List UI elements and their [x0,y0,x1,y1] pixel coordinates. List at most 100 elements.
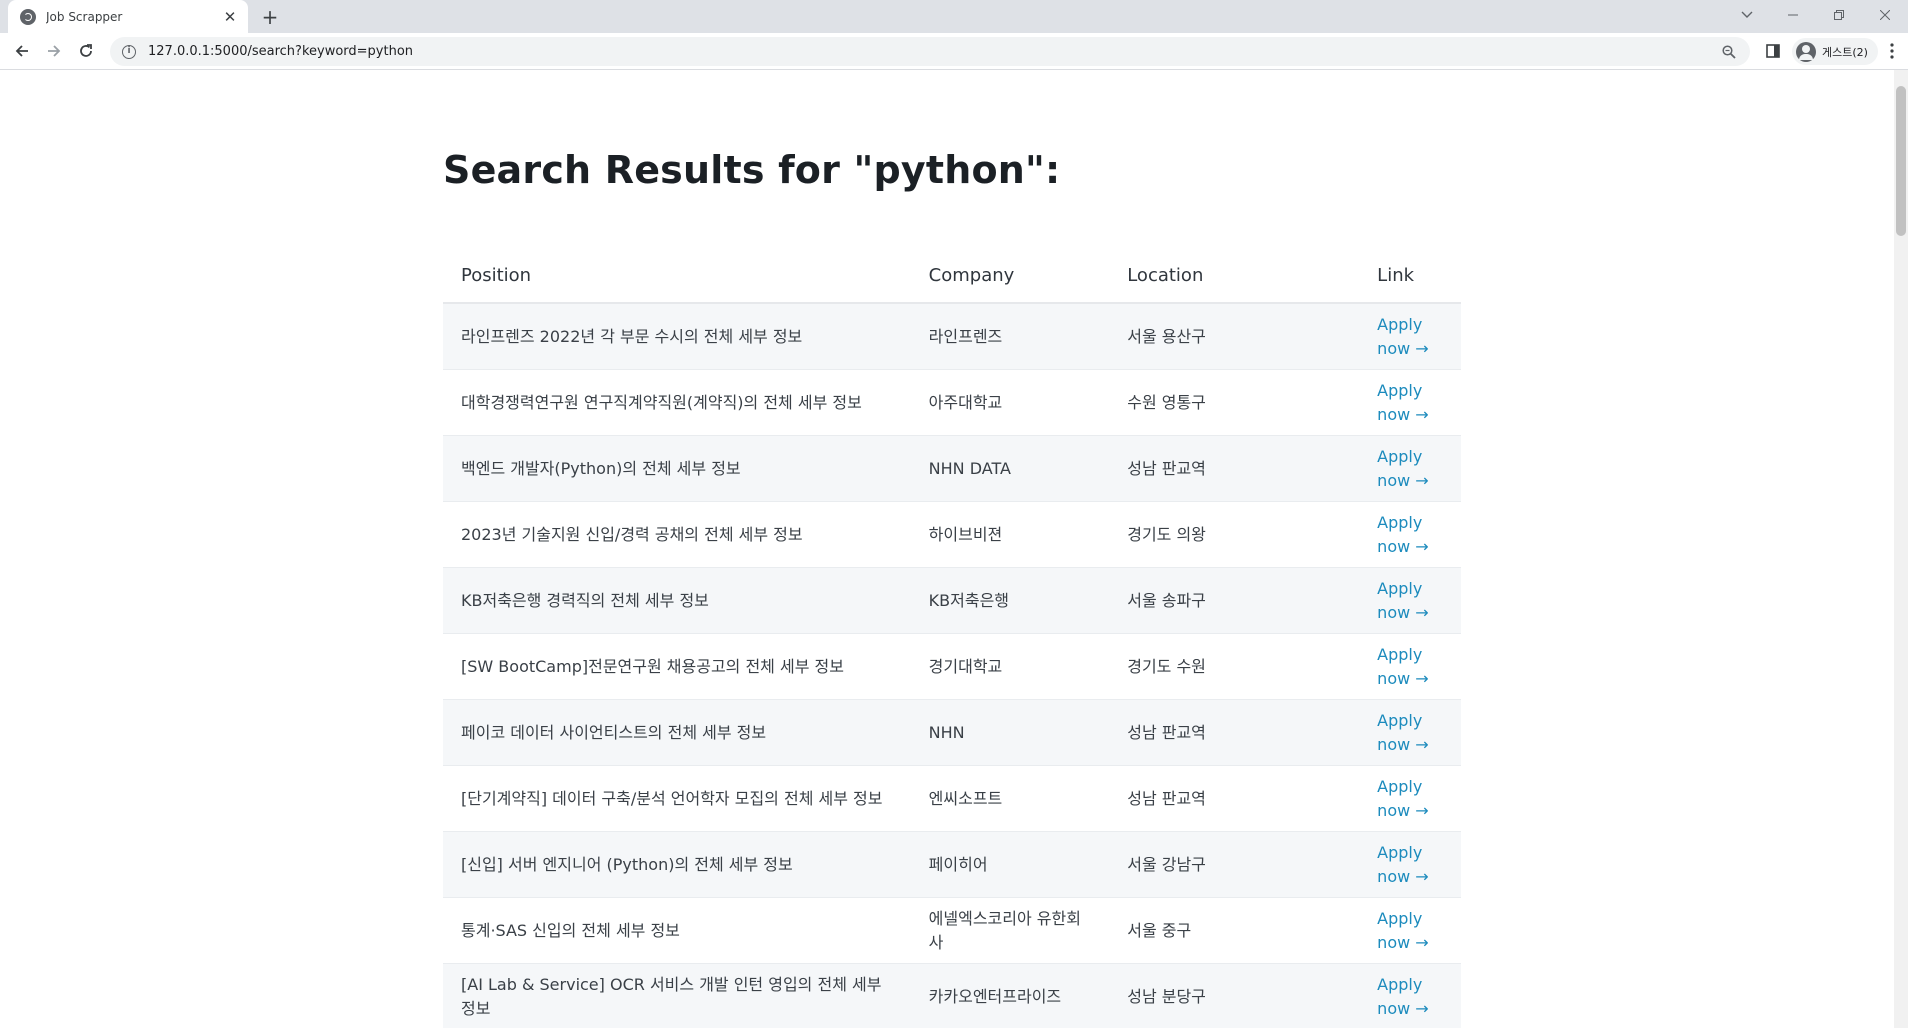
location-cell: 서울 용산구 [1109,303,1360,370]
browser-menu-button[interactable] [1884,42,1900,60]
reload-icon [80,44,92,57]
header-company: Company [910,248,1110,304]
profile-button[interactable]: 게스트(2) [1792,38,1878,65]
header-position: Position [443,248,911,304]
page-title: Search Results for "python": [443,148,1061,192]
avatar-icon [1796,41,1816,62]
table-row: [AI Lab & Service] OCR 서비스 개발 인턴 영입의 전체 … [443,963,1461,1028]
table-row: 라인프렌즈 2022년 각 부문 수시의 전체 세부 정보 라인프렌즈 서울 용산구… [443,303,1461,370]
zoom-icon [1722,44,1736,59]
scrollbar-thumb[interactable] [1896,86,1906,236]
info-icon[interactable]: i [122,44,136,59]
close-window-button[interactable] [1862,0,1908,30]
apply-now-link[interactable]: Apply now → [1377,379,1437,425]
header-link: Link [1359,248,1461,304]
apply-now-link[interactable]: Apply now → [1377,577,1437,623]
link-cell: Apply now → [1359,897,1461,964]
table-row: [단기계약직] 데이터 구축/분석 언어학자 모집의 전체 세부 정보 엔씨소프트… [443,765,1461,832]
location-cell: 성남 판교역 [1109,435,1360,502]
company-cell: NHN DATA [910,435,1110,502]
link-cell: Apply now → [1359,303,1461,370]
location-cell: 서울 중구 [1109,897,1360,964]
company-cell: 아주대학교 [910,369,1110,436]
apply-now-link[interactable]: Apply now → [1377,973,1437,1019]
apply-now-link[interactable]: Apply now → [1377,445,1437,491]
position-cell: 페이코 데이터 사이언티스트의 전체 세부 정보 [443,699,911,766]
position-cell: 백엔드 개발자(Python)의 전체 세부 정보 [443,435,911,502]
header-location: Location [1109,248,1360,304]
results-body: 라인프렌즈 2022년 각 부문 수시의 전체 세부 정보 라인프렌즈 서울 용산구… [443,303,1461,1028]
new-tab-button[interactable]: + [258,6,282,28]
position-cell: [단기계약직] 데이터 구축/분석 언어학자 모집의 전체 세부 정보 [443,765,911,832]
apply-now-link[interactable]: Apply now → [1377,907,1437,953]
apply-now-link[interactable]: Apply now → [1377,643,1437,689]
table-row: 통계·SAS 신입의 전체 세부 정보 에넬엑스코리아 유한회사 서울 중구 Appl… [443,897,1461,964]
link-cell: Apply now → [1359,831,1461,898]
back-button[interactable] [10,39,34,63]
minimize-button[interactable] [1770,0,1816,30]
tab-strip: Job Scrapper ✕ + [0,0,1908,33]
restore-icon [1834,10,1844,20]
arrow-right-icon [48,45,61,57]
tab-title: Job Scrapper [46,9,123,24]
url-text[interactable]: 127.0.0.1:5000/search?keyword=python [148,44,1720,59]
tab-close-button[interactable]: ✕ [222,9,238,25]
position-cell: [SW BootCamp]전문연구원 채용공고의 전체 세부 정보 [443,633,911,700]
table-row: 2023년 기술지원 신입/경력 공채의 전체 세부 정보 하이브비젼 경기도 의왕… [443,501,1461,568]
apply-now-link[interactable]: Apply now → [1377,313,1437,359]
link-cell: Apply now → [1359,369,1461,436]
company-cell: 페이히어 [910,831,1110,898]
window-controls [1724,0,1908,30]
apply-now-link[interactable]: Apply now → [1377,841,1437,887]
minimize-icon [1788,14,1798,16]
company-cell: 카카오엔터프라이즈 [910,963,1110,1028]
forward-button[interactable] [42,39,66,63]
scrollbar[interactable] [1894,70,1908,1028]
address-bar[interactable]: i 127.0.0.1:5000/search?keyword=python [110,37,1750,66]
location-cell: 성남 분당구 [1109,963,1360,1028]
zoom-button[interactable] [1720,43,1738,61]
table-row: [SW BootCamp]전문연구원 채용공고의 전체 세부 정보 경기대학교 경기… [443,633,1461,700]
location-cell: 서울 송파구 [1109,567,1360,634]
reload-button[interactable] [74,39,98,63]
side-panel-icon [1766,44,1780,58]
tab-search-button[interactable] [1724,0,1770,30]
link-cell: Apply now → [1359,567,1461,634]
results-table: Position Company Location Link 라인프렌즈 202… [443,248,1461,1028]
table-row: KB저축은행 경력직의 전체 세부 정보 KB저축은행 서울 송파구 Apply no… [443,567,1461,634]
table-header-row: Position Company Location Link [443,248,1461,304]
company-cell: NHN [910,699,1110,766]
position-cell: 라인프렌즈 2022년 각 부문 수시의 전체 세부 정보 [443,303,911,370]
more-vertical-icon [1890,43,1894,59]
browser-tab[interactable]: Job Scrapper ✕ [8,0,248,33]
profile-name: 게스트(2) [1822,45,1868,59]
link-cell: Apply now → [1359,765,1461,832]
position-cell: [신입] 서버 엔지니어 (Python)의 전체 세부 정보 [443,831,911,898]
apply-now-link[interactable]: Apply now → [1377,775,1437,821]
close-icon [1880,10,1890,20]
table-row: 페이코 데이터 사이언티스트의 전체 세부 정보 NHN 성남 판교역 Apply n… [443,699,1461,766]
table-row: [신입] 서버 엔지니어 (Python)의 전체 세부 정보 페이히어 서울 강남… [443,831,1461,898]
position-cell: 통계·SAS 신입의 전체 세부 정보 [443,897,911,964]
link-cell: Apply now → [1359,963,1461,1028]
position-cell: 대학경쟁력연구원 연구직계약직원(계약직)의 전체 세부 정보 [443,369,911,436]
location-cell: 경기도 의왕 [1109,501,1360,568]
apply-now-link[interactable]: Apply now → [1377,511,1437,557]
company-cell: 하이브비젼 [910,501,1110,568]
company-cell: 엔씨소프트 [910,765,1110,832]
location-cell: 성남 판교역 [1109,765,1360,832]
company-cell: KB저축은행 [910,567,1110,634]
link-cell: Apply now → [1359,699,1461,766]
side-panel-button[interactable] [1764,42,1782,60]
table-row: 대학경쟁력연구원 연구직계약직원(계약직)의 전체 세부 정보 아주대학교 수원 영… [443,369,1461,436]
apply-now-link[interactable]: Apply now → [1377,709,1437,755]
position-cell: 2023년 기술지원 신입/경력 공채의 전체 세부 정보 [443,501,911,568]
chevron-down-icon [1741,11,1753,18]
restore-button[interactable] [1816,0,1862,30]
company-cell: 라인프렌즈 [910,303,1110,370]
location-cell: 서울 강남구 [1109,831,1360,898]
page-viewport: Search Results for "python": Position Co… [0,70,1908,1028]
arrow-left-icon [15,45,28,57]
globe-icon [20,8,36,25]
location-cell: 수원 영통구 [1109,369,1360,436]
